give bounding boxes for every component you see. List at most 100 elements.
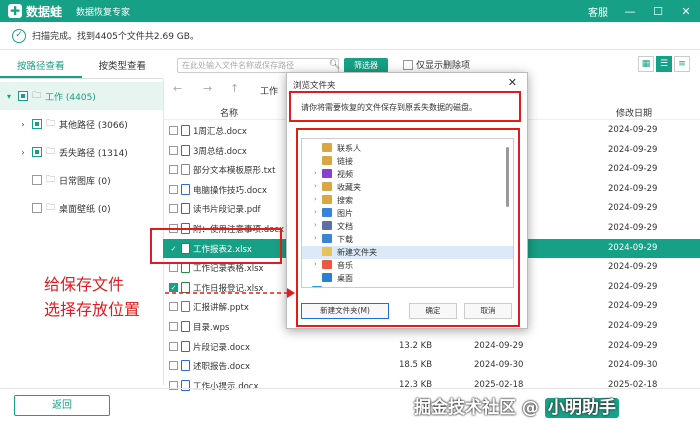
grid-view-icon[interactable]: ▦ (638, 56, 654, 72)
tree-item-daily-gallery[interactable]: 🗀 日常图库 (0) (0, 166, 163, 194)
dialog-folder-item[interactable]: › 此电脑 (302, 285, 513, 287)
file-name: 汇报讲解.pptx (193, 303, 249, 314)
dialog-close-icon[interactable]: ✕ (508, 76, 517, 89)
maximize-icon[interactable]: ☐ (652, 5, 664, 18)
app-logo-icon: ✚ (8, 4, 22, 18)
table-row[interactable]: 述职报告.docx 18.5 KB 2024-09-30 2024-09-30 (163, 356, 700, 376)
column-name[interactable]: 名称 (220, 106, 238, 119)
dialog-folder-item[interactable]: › 视频 (302, 168, 513, 181)
folder-icon: 🗀 (32, 91, 42, 101)
back-button[interactable]: 返回 (14, 395, 110, 416)
dialog-buttons: 新建文件夹(M) 确定 取消 (301, 301, 514, 321)
search-icon[interactable]: 🔍︎ (327, 58, 342, 73)
close-icon[interactable]: ✕ (680, 5, 692, 18)
tree-checkbox[interactable] (32, 175, 42, 185)
folder-icon (312, 286, 322, 287)
dialog-folder-item[interactable]: 新建文件夹 (302, 246, 513, 259)
chevron-right-icon[interactable]: › (18, 120, 28, 129)
chevron-right-icon[interactable]: › (314, 208, 317, 216)
dialog-folder-item[interactable]: › 音乐 (302, 259, 513, 272)
dialog-folder-item[interactable]: › 下载 (302, 233, 513, 246)
row-checkbox[interactable] (169, 321, 178, 331)
deleted-only-toggle[interactable]: 仅显示删除项 (403, 58, 470, 71)
browse-folder-dialog: 浏览文件夹 ✕ 请你将需要恢复的文件保存到原丢失数据的磁盘。 联系人 链接 › 视频 ›… (286, 72, 528, 329)
dialog-folder-item[interactable]: › 图片 (302, 207, 513, 220)
tree-checkbox[interactable] (32, 119, 42, 129)
tree-checkbox[interactable] (18, 91, 28, 101)
chevron-right-icon[interactable]: › (314, 182, 317, 190)
chevron-right-icon[interactable]: › (314, 260, 317, 268)
ok-button[interactable]: 确定 (409, 303, 457, 319)
row-checkbox[interactable] (169, 165, 178, 175)
tree-item-other-paths[interactable]: › 🗀 其他路径 (3066) (0, 110, 163, 138)
dialog-folder-item[interactable]: 桌面 (302, 272, 513, 285)
tab-by-type[interactable]: 按类型查看 (82, 55, 164, 78)
watermark-text: 掘金技术社区 @ (414, 398, 545, 418)
file-modified: 2024-09-29 (608, 340, 658, 351)
tree-item-lost-paths[interactable]: › 🗀 丢失路径 (1314) (0, 138, 163, 166)
folder-icon (322, 156, 332, 165)
customer-service-link[interactable]: 客服 (588, 4, 608, 19)
tree-item-label: 其他路径 (3066) (59, 120, 128, 131)
row-checkbox[interactable] (169, 341, 178, 351)
file-modified: 2024-09-29 (608, 242, 658, 253)
dialog-folder-label: 此电脑 (327, 286, 351, 287)
table-row[interactable]: 片段记录.docx 13.2 KB 2024-09-29 2024-09-29 (163, 337, 700, 357)
dialog-folder-item[interactable]: 联系人 (302, 142, 513, 155)
dialog-title: 浏览文件夹 (293, 81, 336, 91)
row-checkbox[interactable] (169, 126, 178, 135)
row-checkbox[interactable] (169, 184, 178, 194)
dialog-folder-item[interactable]: › 文档 (302, 220, 513, 233)
list-view-icon[interactable]: ☰ (656, 56, 672, 72)
file-modified: 2024-09-30 (608, 360, 658, 371)
row-checkbox[interactable]: ✓ (169, 243, 178, 253)
row-checkbox[interactable] (169, 302, 178, 312)
tree-item-label: 丢失路径 (1314) (59, 148, 128, 159)
filter-button[interactable]: 筛选器 (344, 58, 388, 73)
deleted-only-checkbox[interactable] (403, 59, 413, 70)
chevron-right-icon[interactable]: › (314, 221, 317, 229)
column-modified[interactable]: 修改日期 (616, 106, 652, 119)
tree-item-desktop-wallpaper[interactable]: 🗀 桌面壁纸 (0) (0, 194, 163, 222)
back-arrow-icon[interactable]: ← (173, 82, 182, 95)
file-created: 2024-09-30 (474, 360, 524, 371)
file-modified: 2024-09-29 (608, 203, 658, 214)
chevron-right-icon[interactable]: › (314, 234, 317, 242)
annotation-arrow (165, 288, 295, 298)
app-subtitle: 数据恢复专家 (76, 7, 131, 18)
cancel-button[interactable]: 取消 (464, 303, 512, 319)
detail-view-icon[interactable]: ≡ (674, 56, 690, 72)
dialog-folder-label: 桌面 (337, 274, 353, 283)
chevron-down-icon[interactable]: ▾ (4, 92, 14, 101)
file-modified: 2024-09-29 (608, 281, 658, 292)
file-name: 电脑操作技巧.docx (193, 185, 268, 196)
scan-status-text: 扫描完成。找到4405个文件共2.69 GB。 (32, 32, 199, 42)
dialog-folder-label: 链接 (337, 157, 353, 166)
dialog-folder-item[interactable]: › 搜索 (302, 194, 513, 207)
forward-arrow-icon[interactable]: → (203, 82, 212, 95)
row-checkbox[interactable] (169, 223, 178, 233)
dialog-folder-label: 文档 (337, 222, 353, 231)
tree-checkbox[interactable] (32, 147, 42, 157)
dialog-scrollbar[interactable] (506, 147, 509, 207)
search-input[interactable]: 在此处输入文件名称或保存路径 (177, 58, 339, 73)
up-arrow-icon[interactable]: ↑ (230, 82, 239, 95)
tab-by-path[interactable]: 按路径查看 (0, 55, 82, 78)
row-checkbox[interactable] (169, 263, 178, 273)
chevron-right-icon[interactable]: › (314, 169, 317, 177)
chevron-right-icon[interactable]: › (314, 195, 317, 203)
row-checkbox[interactable] (169, 145, 178, 155)
tree-checkbox[interactable] (32, 203, 42, 213)
row-checkbox[interactable] (169, 204, 178, 214)
row-checkbox[interactable] (169, 361, 178, 371)
new-folder-button[interactable]: 新建文件夹(M) (301, 303, 389, 319)
file-created: 2024-09-29 (474, 340, 524, 351)
minimize-icon[interactable]: — (624, 5, 636, 18)
annotation-callout: 给保存文件 选择存放位置 (44, 272, 140, 322)
dialog-folder-label: 新建文件夹 (337, 248, 377, 257)
chevron-right-icon[interactable]: › (18, 148, 28, 157)
chevron-right-icon[interactable]: › (304, 286, 307, 287)
tree-item-work[interactable]: ▾ 🗀 工作 (4405) (0, 82, 163, 110)
dialog-folder-item[interactable]: › 收藏夹 (302, 181, 513, 194)
dialog-folder-item[interactable]: 链接 (302, 155, 513, 168)
